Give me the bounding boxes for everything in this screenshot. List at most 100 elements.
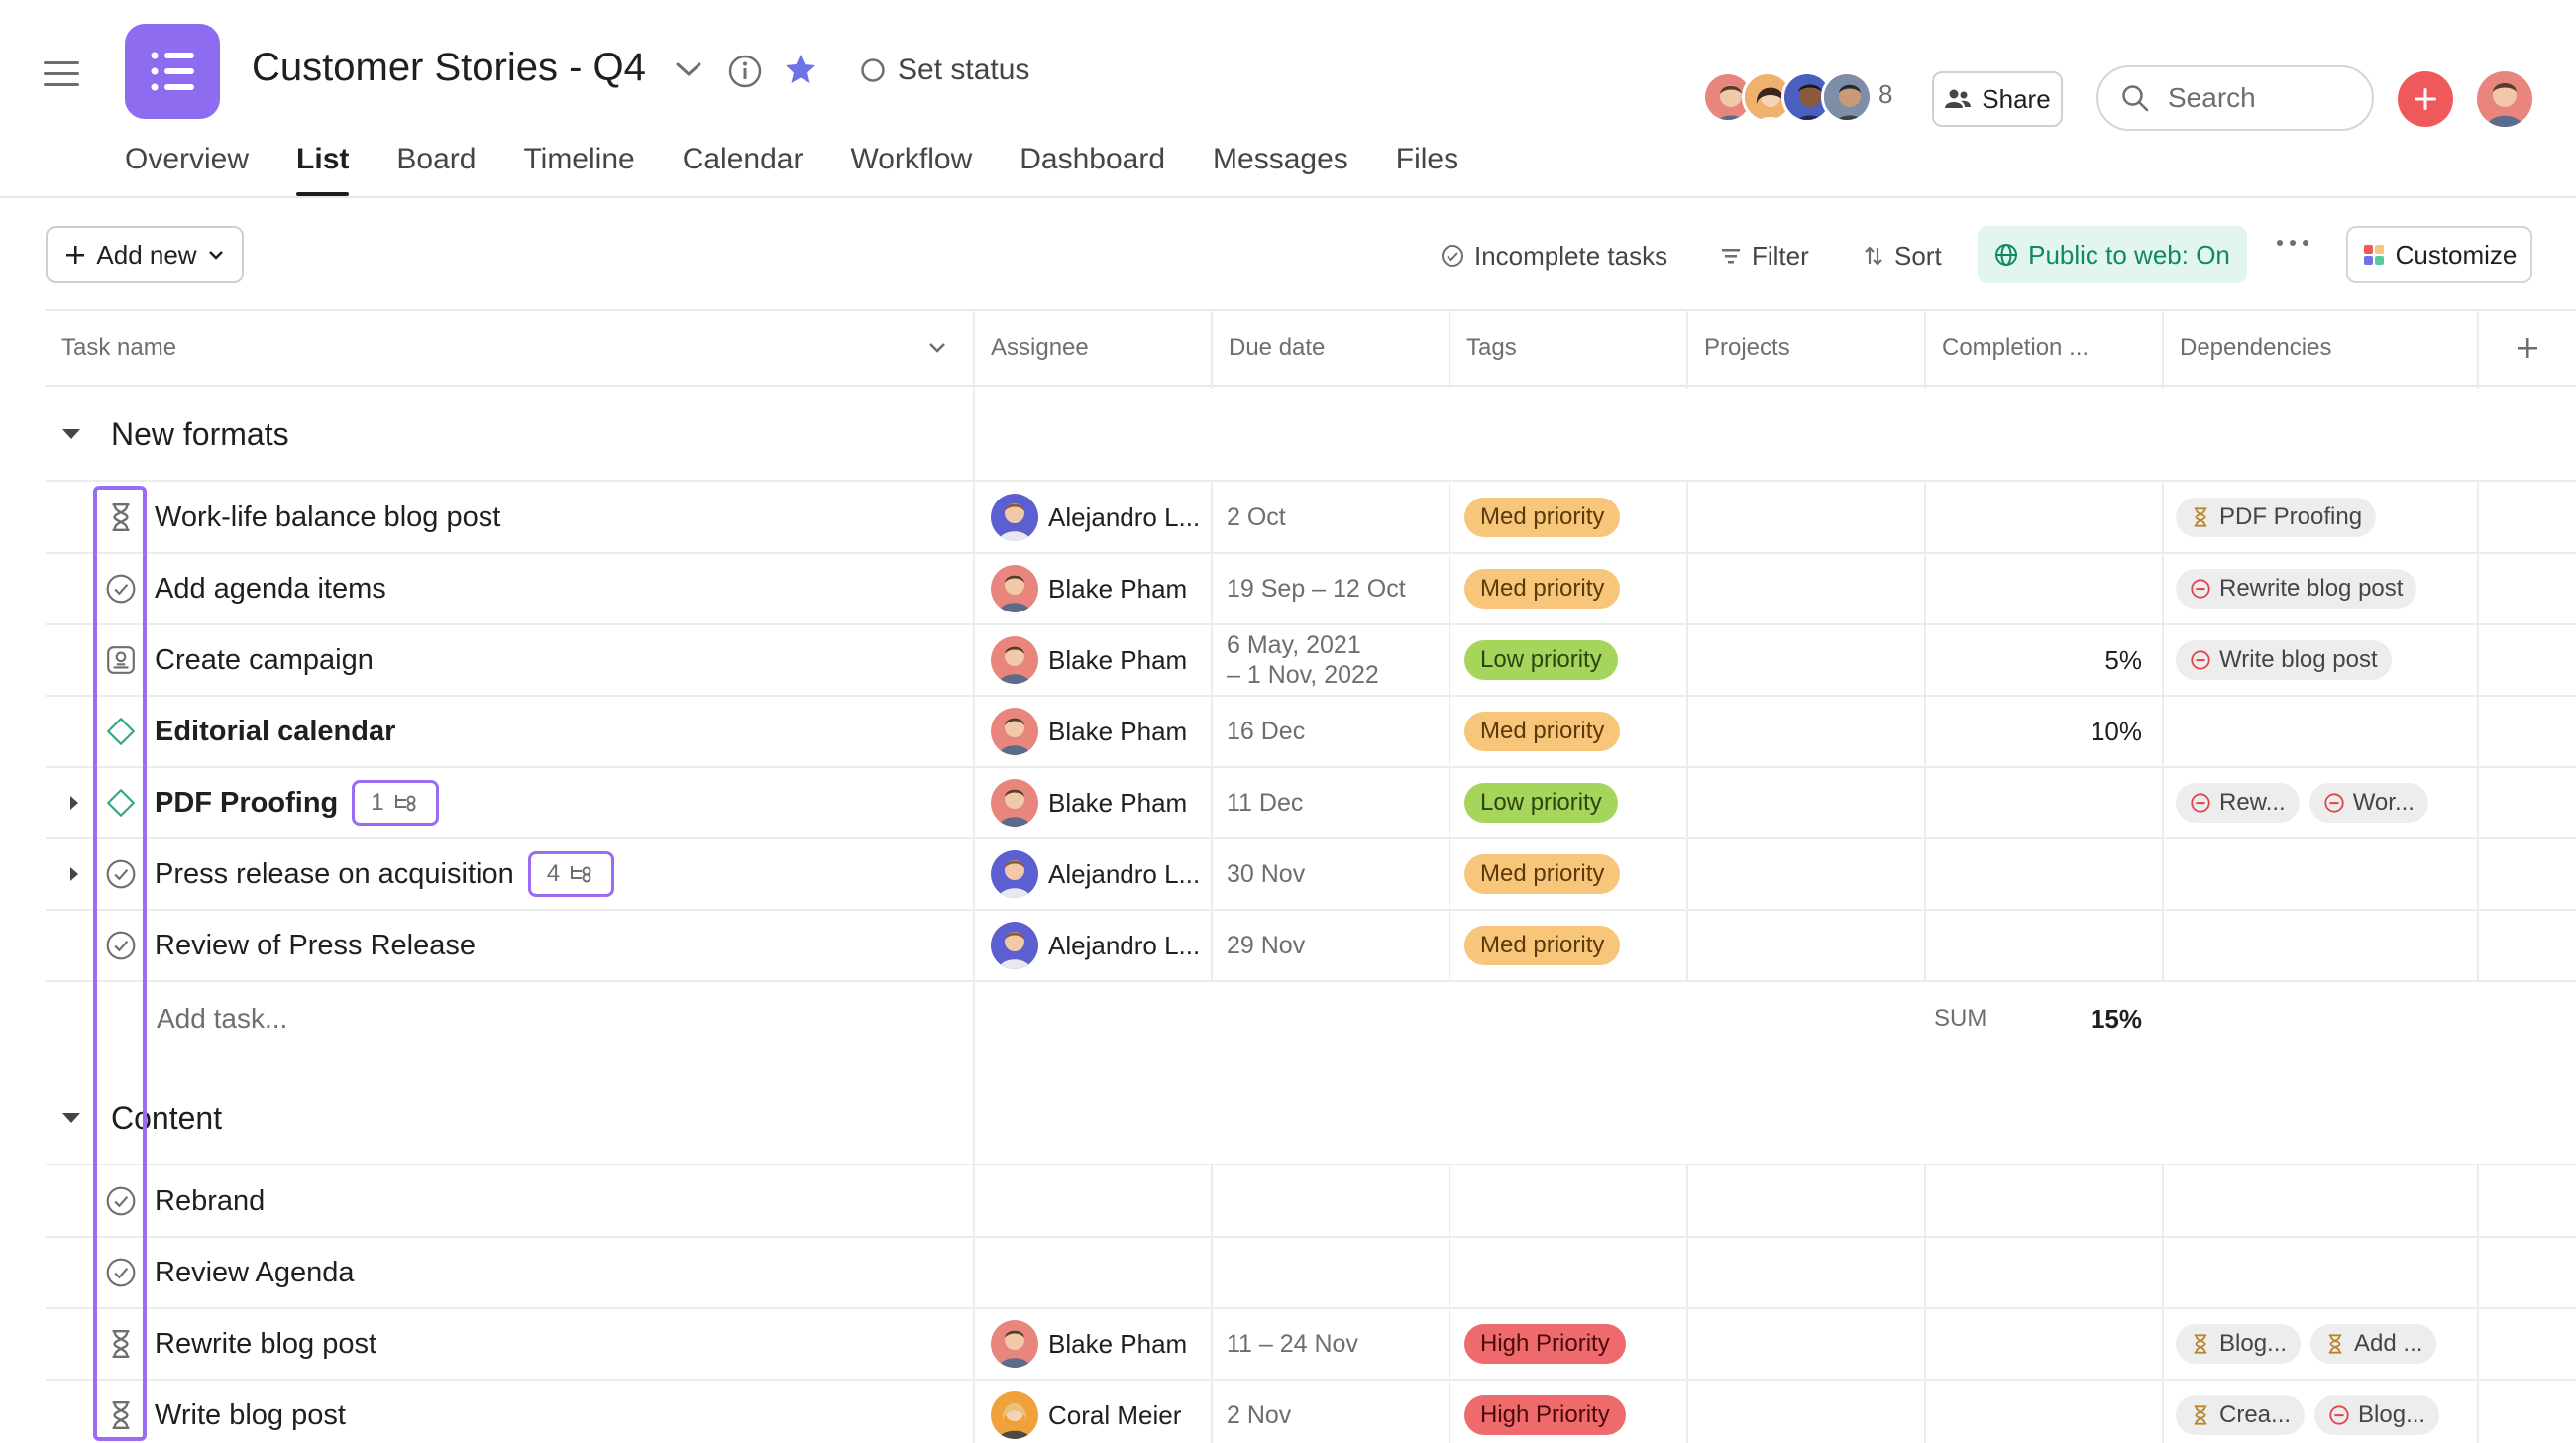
due-date-cell[interactable]: 11 Dec bbox=[1227, 767, 1303, 838]
dependency-chip[interactable]: Wor... bbox=[2308, 783, 2428, 823]
caret-down-icon[interactable] bbox=[59, 426, 83, 442]
dependencies-cell[interactable]: Rewrite blog post bbox=[2176, 553, 2426, 624]
task-row[interactable]: Add agenda items Blake Pham 19 Sep – 12 Oc… bbox=[0, 553, 2576, 624]
tab-calendar[interactable]: Calendar bbox=[683, 141, 804, 196]
priority-tag[interactable]: Low priority bbox=[1464, 783, 1618, 823]
sort-button[interactable]: Sort bbox=[1863, 236, 1942, 276]
task-row[interactable]: Work-life balance blog post Alejandro L..… bbox=[0, 482, 2576, 553]
tab-overview[interactable]: Overview bbox=[125, 141, 249, 196]
priority-tag[interactable]: Med priority bbox=[1464, 569, 1621, 609]
tags-cell[interactable]: Med priority bbox=[1464, 696, 1621, 767]
column-header-projects[interactable]: Projects bbox=[1688, 309, 1924, 387]
filter-button[interactable]: Filter bbox=[1720, 236, 1809, 276]
expand-caret-icon[interactable] bbox=[67, 767, 81, 838]
tags-cell[interactable]: Med priority bbox=[1464, 482, 1621, 553]
star-icon[interactable] bbox=[783, 52, 818, 87]
task-row[interactable]: Rewrite blog post Blake Pham 11 – 24 Nov Hi… bbox=[0, 1308, 2576, 1380]
task-row[interactable]: Review of Press Release Alejandro L... 29 … bbox=[0, 910, 2576, 981]
priority-tag[interactable]: Med priority bbox=[1464, 854, 1621, 894]
add-column-button[interactable] bbox=[2479, 309, 2576, 387]
tab-dashboard[interactable]: Dashboard bbox=[1020, 141, 1165, 196]
expand-caret-icon[interactable] bbox=[67, 838, 81, 910]
tags-cell[interactable]: Low priority bbox=[1464, 624, 1618, 696]
dependency-chip[interactable]: Blog... bbox=[2176, 1324, 2302, 1364]
column-header-tags[interactable]: Tags bbox=[1450, 309, 1686, 387]
customize-button[interactable]: Customize bbox=[2346, 226, 2532, 283]
dependencies-cell[interactable]: PDF Proofing bbox=[2176, 482, 2386, 553]
user-avatar[interactable] bbox=[2477, 71, 2532, 127]
assignee-cell[interactable]: Blake Pham bbox=[991, 553, 1187, 624]
dependencies-cell[interactable]: Write blog post bbox=[2176, 624, 2402, 696]
dependency-chip[interactable]: Blog... bbox=[2314, 1395, 2440, 1435]
task-row[interactable]: Press release on acquisition 4 Alejandro L… bbox=[0, 838, 2576, 910]
info-icon[interactable] bbox=[727, 54, 763, 89]
assignee-cell[interactable]: Alejandro L... bbox=[991, 910, 1200, 981]
due-date-cell[interactable]: 29 Nov bbox=[1227, 910, 1305, 981]
task-name-cell[interactable]: Review Agenda bbox=[155, 1237, 355, 1308]
share-button[interactable]: Share bbox=[1932, 71, 2063, 127]
due-date-cell[interactable]: 6 May, 2021– 1 Nov, 2022 bbox=[1227, 624, 1379, 696]
task-row[interactable]: Review Agenda bbox=[0, 1237, 2576, 1308]
project-title[interactable]: Customer Stories - Q4 bbox=[252, 46, 646, 90]
section-header[interactable]: New formats bbox=[59, 387, 289, 482]
dependency-chip[interactable]: Crea... bbox=[2176, 1395, 2306, 1435]
subtask-count-badge[interactable]: 1 bbox=[352, 780, 439, 826]
completion-cell[interactable]: 5% bbox=[1926, 624, 2142, 696]
due-date-cell[interactable]: 2 Nov bbox=[1227, 1380, 1291, 1443]
task-name-cell[interactable]: Press release on acquisition 4 bbox=[155, 838, 615, 910]
tags-cell[interactable]: Low priority bbox=[1464, 767, 1618, 838]
priority-tag[interactable]: Med priority bbox=[1464, 498, 1621, 537]
due-date-cell[interactable]: 16 Dec bbox=[1227, 696, 1305, 767]
dependencies-cell[interactable]: Blog... Add ... bbox=[2176, 1308, 2446, 1380]
due-date-cell[interactable]: 19 Sep – 12 Oct bbox=[1227, 553, 1406, 624]
tags-cell[interactable]: High Priority bbox=[1464, 1308, 1626, 1380]
assignee-cell[interactable]: Blake Pham bbox=[991, 696, 1187, 767]
assignee-cell[interactable]: Blake Pham bbox=[991, 767, 1187, 838]
dependency-chip[interactable]: PDF Proofing bbox=[2176, 498, 2377, 537]
assignee-cell[interactable]: Alejandro L... bbox=[991, 838, 1200, 910]
tab-messages[interactable]: Messages bbox=[1213, 141, 1348, 196]
task-name-cell[interactable]: Rewrite blog post bbox=[155, 1308, 376, 1380]
set-status-button[interactable]: Set status bbox=[860, 54, 1029, 87]
column-header-dependencies[interactable]: Dependencies bbox=[2164, 309, 2477, 387]
column-header-assignee[interactable]: Assignee bbox=[975, 309, 1211, 387]
caret-down-icon[interactable] bbox=[59, 1110, 83, 1126]
task-row[interactable]: Write blog post Coral Meier 2 Nov High Prio… bbox=[0, 1380, 2576, 1443]
incomplete-tasks-button[interactable]: Incomplete tasks bbox=[1441, 236, 1667, 276]
tags-cell[interactable]: Med priority bbox=[1464, 838, 1621, 910]
assignee-cell[interactable]: Blake Pham bbox=[991, 1308, 1187, 1380]
chevron-down-icon[interactable] bbox=[927, 341, 947, 355]
add-task-button[interactable]: Add task... bbox=[157, 981, 287, 1056]
dependency-chip[interactable]: Rewrite blog post bbox=[2176, 569, 2417, 609]
tags-cell[interactable]: High Priority bbox=[1464, 1380, 1626, 1443]
priority-tag[interactable]: High Priority bbox=[1464, 1395, 1626, 1435]
due-date-cell[interactable]: 30 Nov bbox=[1227, 838, 1305, 910]
add-new-button[interactable]: Add new bbox=[46, 226, 244, 283]
public-to-web-button[interactable]: Public to web: On bbox=[1978, 226, 2247, 283]
task-name-cell[interactable]: Editorial calendar bbox=[155, 696, 395, 767]
task-name-cell[interactable]: Add agenda items bbox=[155, 553, 386, 624]
dependency-chip[interactable]: Add ... bbox=[2310, 1324, 2437, 1364]
subtask-count-badge[interactable]: 4 bbox=[527, 851, 615, 897]
task-name-cell[interactable]: Create campaign bbox=[155, 624, 374, 696]
dependency-chip[interactable]: Write blog post bbox=[2176, 640, 2392, 680]
task-row[interactable]: Rebrand bbox=[0, 1166, 2576, 1237]
tab-workflow[interactable]: Workflow bbox=[850, 141, 972, 196]
member-count[interactable]: 8 bbox=[1878, 79, 1892, 110]
sidebar-toggle-icon[interactable] bbox=[44, 59, 79, 89]
assignee-cell[interactable]: Coral Meier bbox=[991, 1380, 1181, 1443]
column-header-task-name[interactable]: Task name bbox=[46, 309, 973, 387]
due-date-cell[interactable]: 2 Oct bbox=[1227, 482, 1286, 553]
completion-cell[interactable]: 10% bbox=[1926, 696, 2142, 767]
column-header-completion[interactable]: Completion ... bbox=[1926, 309, 2162, 387]
task-row[interactable]: Create campaign Blake Pham 6 May, 2021– 1 … bbox=[0, 624, 2576, 696]
task-name-cell[interactable]: Rebrand bbox=[155, 1166, 265, 1237]
assignee-cell[interactable]: Alejandro L... bbox=[991, 482, 1200, 553]
dependencies-cell[interactable]: Rew... Wor... bbox=[2176, 767, 2438, 838]
member-avatar[interactable] bbox=[1821, 71, 1873, 123]
priority-tag[interactable]: Low priority bbox=[1464, 640, 1618, 680]
task-row[interactable]: PDF Proofing 1 Blake Pham 11 Dec Low priorit… bbox=[0, 767, 2576, 838]
chevron-down-icon[interactable] bbox=[674, 59, 703, 79]
tab-list[interactable]: List bbox=[296, 141, 350, 196]
due-date-cell[interactable]: 11 – 24 Nov bbox=[1227, 1308, 1358, 1380]
